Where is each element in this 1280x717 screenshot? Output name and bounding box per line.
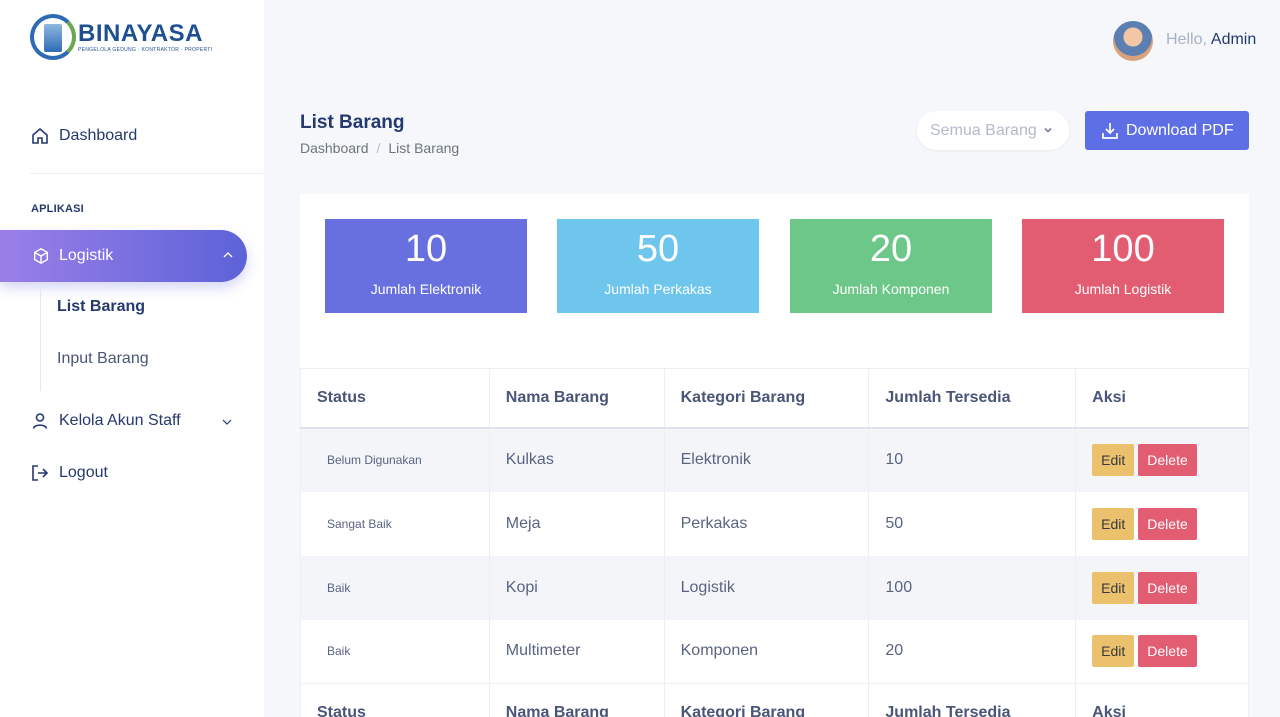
delete-button[interactable]: Delete	[1138, 571, 1197, 604]
breadcrumb-link-dashboard[interactable]: Dashboard	[300, 140, 369, 156]
divider	[30, 173, 264, 174]
cell-jumlah: 50	[868, 491, 1077, 556]
stat-value: 50	[636, 228, 680, 270]
sidebar: BINAYASA PENGELOLA GEDUNG · KONTRAKTOR ·…	[0, 0, 264, 717]
stat-card-elektronik: 10 Jumlah Elektronik	[325, 219, 527, 313]
sidebar-subitem-input-barang[interactable]: Input Barang	[57, 350, 149, 368]
column-footer-nama: Nama Barang	[489, 683, 665, 717]
column-header-kategori[interactable]: Kategori Barang	[664, 368, 870, 429]
delete-button[interactable]: Delete	[1138, 444, 1197, 476]
sidebar-item-logout[interactable]: Logout	[30, 463, 108, 483]
sidebar-item-kelola-akun-staff[interactable]: Kelola Akun Staff	[30, 411, 232, 431]
brand-tagline: PENGELOLA GEDUNG · KONTRAKTOR · PROPERTI	[78, 46, 213, 53]
stat-label: Jumlah Elektronik	[370, 281, 482, 297]
column-footer-jumlah: Jumlah Tersedia	[868, 683, 1077, 717]
column-footer-aksi: Aksi	[1075, 683, 1249, 717]
sidebar-item-logistik[interactable]: Logistik	[0, 230, 247, 282]
column-footer-status: Status	[300, 683, 490, 717]
cell-kategori: Logistik	[664, 555, 870, 620]
cell-aksi: Edit Delete	[1075, 555, 1249, 620]
breadcrumb-current: List Barang	[388, 140, 460, 156]
delete-button[interactable]: Delete	[1138, 635, 1197, 668]
download-icon	[1100, 121, 1120, 141]
cell-nama: Meja	[489, 491, 665, 556]
content-card: 10 Jumlah Elektronik 50 Jumlah Perkakas …	[300, 194, 1249, 717]
cell-jumlah: 10	[868, 427, 1077, 492]
stat-value: 100	[1091, 228, 1155, 270]
user-name: Admin	[1210, 31, 1257, 48]
cell-jumlah: 100	[868, 555, 1077, 620]
home-icon	[30, 126, 50, 146]
cell-nama: Kopi	[489, 555, 665, 620]
column-header-jumlah[interactable]: Jumlah Tersedia	[868, 368, 1077, 429]
sidebar-item-label: Dashboard	[59, 127, 138, 144]
column-header-nama[interactable]: Nama Barang	[489, 368, 665, 429]
sidebar-item-label: Logistik	[59, 247, 114, 264]
table-header-row: Status Nama Barang Kategori Barang Jumla…	[300, 368, 1249, 429]
cell-kategori: Perkakas	[664, 491, 870, 556]
edit-button[interactable]: Edit	[1092, 571, 1135, 604]
table-row: Baik Kopi Logistik 100 Edit Delete	[300, 555, 1249, 620]
stat-card-perkakas: 50 Jumlah Perkakas	[557, 219, 759, 313]
brand-name: BINAYASA	[78, 19, 203, 47]
stat-label: Jumlah Komponen	[832, 281, 950, 297]
cell-status: Sangat Baik	[300, 491, 490, 556]
chevron-down-icon	[1044, 127, 1052, 133]
stat-value: 10	[404, 228, 448, 270]
sidebar-item-dashboard[interactable]: Dashboard	[30, 126, 137, 146]
cell-status: Baik	[300, 555, 490, 620]
breadcrumb-separator: /	[376, 140, 381, 156]
logout-icon	[30, 463, 50, 483]
cell-nama: Multimeter	[489, 619, 665, 684]
cell-jumlah: 20	[868, 619, 1077, 684]
table-row: Belum Digunakan Kulkas Elektronik 10 Edi…	[300, 427, 1249, 492]
stat-card-komponen: 20 Jumlah Komponen	[790, 219, 992, 313]
sidebar-item-label: Logout	[59, 464, 108, 481]
cell-status: Baik	[300, 619, 490, 684]
chevron-up-icon	[223, 252, 233, 258]
user-icon	[30, 411, 50, 431]
category-filter-select[interactable]: Semua Barang	[917, 111, 1069, 150]
greeting-text: Hello,	[1166, 31, 1207, 48]
avatar[interactable]	[1113, 21, 1153, 61]
barang-table: Status Nama Barang Kategori Barang Jumla…	[300, 368, 1249, 717]
stat-card-logistik: 100 Jumlah Logistik	[1022, 219, 1224, 313]
edit-button[interactable]: Edit	[1092, 444, 1135, 476]
box-icon	[31, 246, 51, 266]
sidebar-subitem-list-barang[interactable]: List Barang	[57, 298, 145, 316]
stat-label: Jumlah Perkakas	[604, 281, 712, 297]
cell-nama: Kulkas	[489, 427, 665, 492]
cell-aksi: Edit Delete	[1075, 619, 1249, 684]
cell-kategori: Elektronik	[664, 427, 870, 492]
delete-button[interactable]: Delete	[1138, 507, 1197, 540]
edit-button[interactable]: Edit	[1092, 635, 1135, 668]
table-row: Baik Multimeter Komponen 20 Edit Delete	[300, 619, 1249, 684]
stat-value: 20	[869, 228, 913, 270]
column-header-status[interactable]: Status	[300, 368, 490, 429]
user-greeting[interactable]: Hello, Admin	[1166, 31, 1256, 49]
download-pdf-button[interactable]: Download PDF	[1085, 111, 1249, 150]
cell-status: Belum Digunakan	[300, 427, 490, 492]
section-title: APLIKASI	[31, 203, 84, 215]
table-row: Sangat Baik Meja Perkakas 50 Edit Delete	[300, 491, 1249, 556]
submenu-line	[40, 283, 41, 391]
breadcrumb: Dashboard / List Barang	[300, 140, 459, 156]
sidebar-item-label: Kelola Akun Staff	[59, 412, 181, 429]
page-title: List Barang	[300, 112, 405, 133]
brand-logo[interactable]: BINAYASA PENGELOLA GEDUNG · KONTRAKTOR ·…	[30, 14, 212, 60]
table-footer-row: Status Nama Barang Kategori Barang Jumla…	[300, 683, 1249, 717]
filter-value: Semua Barang	[930, 121, 1037, 139]
cell-aksi: Edit Delete	[1075, 491, 1249, 556]
stat-label: Jumlah Logistik	[1074, 281, 1172, 297]
download-pdf-label: Download PDF	[1126, 121, 1234, 139]
column-header-aksi: Aksi	[1075, 368, 1249, 429]
cell-aksi: Edit Delete	[1075, 427, 1249, 492]
edit-button[interactable]: Edit	[1092, 507, 1135, 540]
chevron-down-icon	[222, 419, 232, 425]
column-footer-kategori: Kategori Barang	[664, 683, 870, 717]
cell-kategori: Komponen	[664, 619, 870, 684]
logo-icon	[30, 14, 76, 60]
